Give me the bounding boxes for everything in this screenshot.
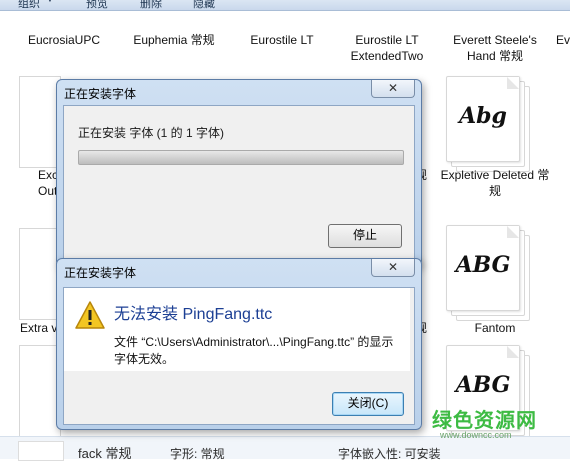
delete-button[interactable]: 删除 bbox=[140, 0, 162, 10]
font-preview-partial bbox=[19, 228, 61, 320]
chevron-down-icon[interactable]: ▼ bbox=[46, 0, 54, 4]
hide-button[interactable]: 隐藏 bbox=[193, 0, 215, 10]
stop-button[interactable]: 停止 bbox=[328, 224, 402, 248]
font-type-label: 字形: 常规 bbox=[170, 447, 225, 461]
warning-icon bbox=[75, 301, 105, 329]
font-tile-expletive-deleted[interactable]: Expletive Deleted 常规 bbox=[440, 167, 550, 199]
font-preview-expletive-deleted[interactable]: Abg bbox=[446, 76, 530, 172]
font-embed-label: 字体嵌入性: 可安装 bbox=[338, 447, 441, 461]
font-sample-glyph: ABG bbox=[455, 252, 511, 278]
dialog-body: 无法安装 PingFang.ttc 文件 “C:\Users\Administr… bbox=[63, 287, 415, 425]
font-thumbnail bbox=[18, 441, 64, 461]
toolbar: 组织 ▼ 预览 删除 隐藏 bbox=[0, 0, 570, 11]
font-preview-partial bbox=[19, 76, 61, 168]
font-tile-everett-steeles-hand[interactable]: Everett Steele's Hand 常规 bbox=[440, 32, 550, 64]
close-button[interactable]: 关闭(C) bbox=[332, 392, 404, 416]
font-tile-fantom[interactable]: Fantom bbox=[440, 320, 550, 336]
font-sample-glyph: ABG bbox=[455, 372, 511, 398]
organize-button[interactable]: 组织 bbox=[18, 0, 40, 10]
font-tile-eurostile-lt-extendedtwo[interactable]: Eurostile LT ExtendedTwo bbox=[332, 32, 442, 64]
preview-button[interactable]: 预览 bbox=[86, 0, 108, 10]
font-tile-extra[interactable]: Extra v bbox=[20, 320, 60, 336]
installing-fonts-dialog: 正在安装字体 ✕ 正在安装 字体 (1 的 1 字体) 停止 bbox=[56, 79, 422, 267]
dialog-title: 正在安装字体 bbox=[64, 266, 137, 280]
dialog-title: 正在安装字体 bbox=[64, 87, 137, 101]
error-detail-message: 文件 “C:\Users\Administrator\...\PingFang.… bbox=[114, 335, 394, 366]
close-icon[interactable]: ✕ bbox=[371, 259, 415, 277]
font-tile-euphemia[interactable]: Euphemia 常规 bbox=[118, 32, 230, 48]
error-content-area: 无法安装 PingFang.ttc 文件 “C:\Users\Administr… bbox=[64, 288, 410, 371]
watermark-url: www.downcc.com bbox=[440, 430, 512, 440]
install-progress-message: 正在安装 字体 (1 的 1 字体) bbox=[78, 126, 225, 140]
error-main-message: 无法安装 PingFang.ttc bbox=[114, 306, 273, 323]
font-sample-glyph: Abg bbox=[459, 103, 507, 129]
font-preview-fantom[interactable]: ABG bbox=[446, 225, 530, 321]
watermark-logo-text: 绿色资源网 bbox=[432, 408, 537, 432]
font-preview-partial bbox=[19, 345, 61, 437]
selected-font-name: fack 常规 bbox=[78, 446, 132, 461]
dialog-body: 正在安装 字体 (1 的 1 字体) 停止 bbox=[63, 105, 415, 261]
close-icon[interactable]: ✕ bbox=[371, 80, 415, 98]
font-tile-eurostile-lt[interactable]: Eurostile LT bbox=[226, 32, 338, 48]
install-progress-bar bbox=[78, 150, 404, 165]
font-tile-eve[interactable]: Eve bbox=[556, 32, 570, 48]
font-tile-eucrosiaupc[interactable]: EucrosiaUPC bbox=[8, 32, 120, 48]
install-error-dialog: 正在安装字体 ✕ 无法安装 PingFang.ttc 文件 “C:\Users\… bbox=[56, 258, 422, 430]
